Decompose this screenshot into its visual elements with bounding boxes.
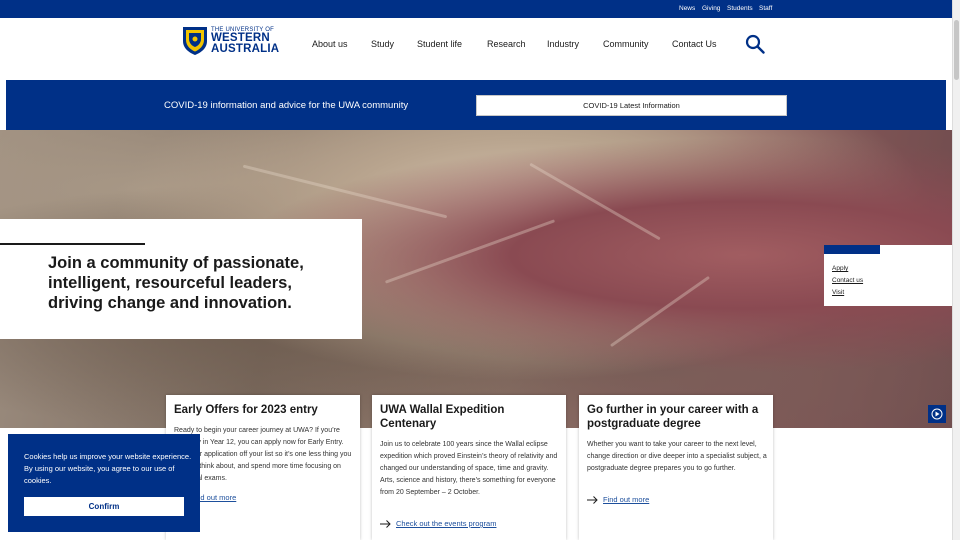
- page-scrollbar[interactable]: [952, 0, 960, 540]
- play-circle-icon[interactable]: [928, 405, 946, 423]
- utility-link-news[interactable]: News: [679, 5, 695, 12]
- scrollbar-thumb[interactable]: [954, 20, 959, 80]
- logo-line-3: AUSTRALIA: [211, 43, 280, 55]
- nav-community[interactable]: Community: [603, 39, 649, 49]
- hero-image-texture: [384, 219, 556, 284]
- hero-image-texture: [529, 162, 661, 241]
- site-header: THE UNIVERSITY OF WESTERN AUSTRALIA Abou…: [0, 18, 952, 80]
- covid-banner-text: COVID-19 information and advice for the …: [164, 100, 409, 111]
- utility-link-students[interactable]: Students: [727, 5, 753, 12]
- quick-link-apply[interactable]: Apply: [832, 265, 848, 272]
- covid-latest-info-button[interactable]: COVID-19 Latest Information: [476, 95, 787, 116]
- hero-image-texture: [609, 275, 711, 348]
- quick-links-tab[interactable]: [824, 245, 880, 254]
- arrow-right-icon: [587, 495, 598, 504]
- card-link[interactable]: Check out the events program: [380, 519, 496, 528]
- search-icon[interactable]: [745, 34, 765, 54]
- university-logo[interactable]: THE UNIVERSITY OF WESTERN AUSTRALIA: [182, 26, 279, 58]
- card-body: Ready to begin your career journey at UW…: [174, 427, 352, 482]
- university-crest-icon: [183, 27, 207, 55]
- card-title: Go further in your career with a postgra…: [587, 404, 759, 430]
- news-card: UWA Wallal Expedition Centenary Join us …: [372, 395, 566, 540]
- utility-bar: News Giving Students Staff: [0, 0, 952, 18]
- card-title: UWA Wallal Expedition Centenary: [380, 404, 505, 430]
- nav-contact-us[interactable]: Contact Us: [672, 39, 717, 49]
- cookie-message: Cookies help us improve your website exp…: [24, 452, 192, 485]
- quick-link-visit[interactable]: Visit: [832, 289, 844, 296]
- hero-divider: [0, 243, 145, 245]
- nav-study[interactable]: Study: [371, 39, 394, 49]
- quick-links-panel: Apply Contact us Visit: [824, 245, 952, 306]
- card-body: Join us to celebrate 100 years since the…: [380, 441, 558, 496]
- nav-research[interactable]: Research: [487, 39, 526, 49]
- cookie-confirm-button[interactable]: Confirm: [24, 497, 184, 516]
- card-body: Whether you want to take your career to …: [587, 441, 767, 472]
- quick-link-contact-us[interactable]: Contact us: [832, 277, 863, 284]
- nav-about-us[interactable]: About us: [312, 39, 348, 49]
- play-icon: [931, 408, 943, 420]
- card-title: Early Offers for 2023 entry: [174, 404, 318, 416]
- utility-link-giving[interactable]: Giving: [702, 5, 720, 12]
- covid-banner: COVID-19 information and advice for the …: [6, 80, 946, 130]
- card-link-label: Find out more: [603, 495, 650, 504]
- hero-message-card: Join a community of passionate, intellig…: [0, 219, 362, 339]
- hero-image-texture: [242, 164, 448, 219]
- hero-banner: Join a community of passionate, intellig…: [0, 130, 952, 428]
- arrow-right-icon: [380, 519, 391, 528]
- nav-industry[interactable]: Industry: [547, 39, 579, 49]
- nav-student-life[interactable]: Student life: [417, 39, 462, 49]
- card-link-label: Check out the events program: [396, 519, 497, 528]
- utility-link-staff[interactable]: Staff: [759, 5, 772, 12]
- hero-headline: Join a community of passionate, intellig…: [48, 254, 304, 312]
- news-card: Go further in your career with a postgra…: [579, 395, 773, 540]
- cookie-banner: Cookies help us improve your website exp…: [8, 434, 200, 532]
- card-link[interactable]: Find out more: [587, 495, 649, 504]
